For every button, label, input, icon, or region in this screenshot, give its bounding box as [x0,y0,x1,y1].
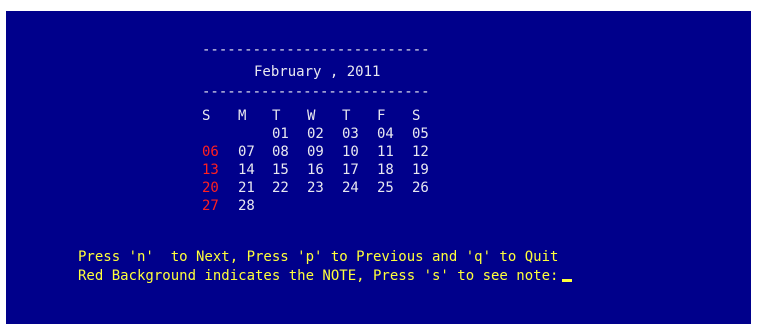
navigation-prompt: Press 'n' to Next, Press 'p' to Previous… [78,249,559,265]
calendar-day: 14 [238,162,255,178]
calendar-day: 27 [202,198,219,214]
calendar-day: 16 [307,162,324,178]
calendar-day: 02 [307,126,324,142]
calendar-day: 15 [272,162,289,178]
calendar-day: 22 [272,180,289,196]
calendar-empty-cell [272,197,298,215]
weekday-sun: S [202,108,211,124]
calendar-day: 01 [272,126,289,142]
calendar-day: 13 [202,162,219,178]
calendar-title: February , 2011 [254,64,381,80]
weekday-tue: T [272,108,281,124]
calendar-day: 19 [412,162,429,178]
text-cursor[interactable] [562,279,573,282]
weekday-wed: W [307,108,316,124]
calendar-empty-cell [238,125,264,143]
calendar-day: 12 [412,144,429,160]
calendar-day: 05 [412,126,429,142]
weekday-thu: T [342,108,351,124]
calendar-empty-cell [342,197,368,215]
calendar-day: 18 [377,162,394,178]
calendar-day: 23 [307,180,324,196]
note-prompt-text: Red Background indicates the NOTE, Press… [78,268,559,284]
calendar-day: 20 [202,180,219,196]
calendar-empty-cell [377,197,403,215]
calendar-separator-bottom: --------------------------- [202,84,430,100]
console-window: --------------------------- February , 2… [6,11,751,324]
weekday-mon: M [238,108,247,124]
calendar-day: 08 [272,144,289,160]
calendar-day: 26 [412,180,429,196]
calendar-day: 10 [342,144,359,160]
calendar-separator-top: --------------------------- [202,42,430,58]
calendar-empty-cell [202,125,228,143]
weekday-fri: F [377,108,386,124]
calendar-day: 17 [342,162,359,178]
weekday-sat: S [412,108,421,124]
calendar-empty-cell [307,197,333,215]
calendar-day: 06 [202,144,219,160]
calendar-day: 07 [238,144,255,160]
note-prompt: Red Background indicates the NOTE, Press… [78,267,573,285]
calendar-day: 28 [238,198,255,214]
calendar-day: 04 [377,126,394,142]
calendar-day: 21 [238,180,255,196]
calendar-day: 03 [342,126,359,142]
calendar-day: 11 [377,144,394,160]
calendar-empty-cell [412,197,438,215]
calendar-day: 24 [342,180,359,196]
calendar-day: 25 [377,180,394,196]
calendar-day: 09 [307,144,324,160]
